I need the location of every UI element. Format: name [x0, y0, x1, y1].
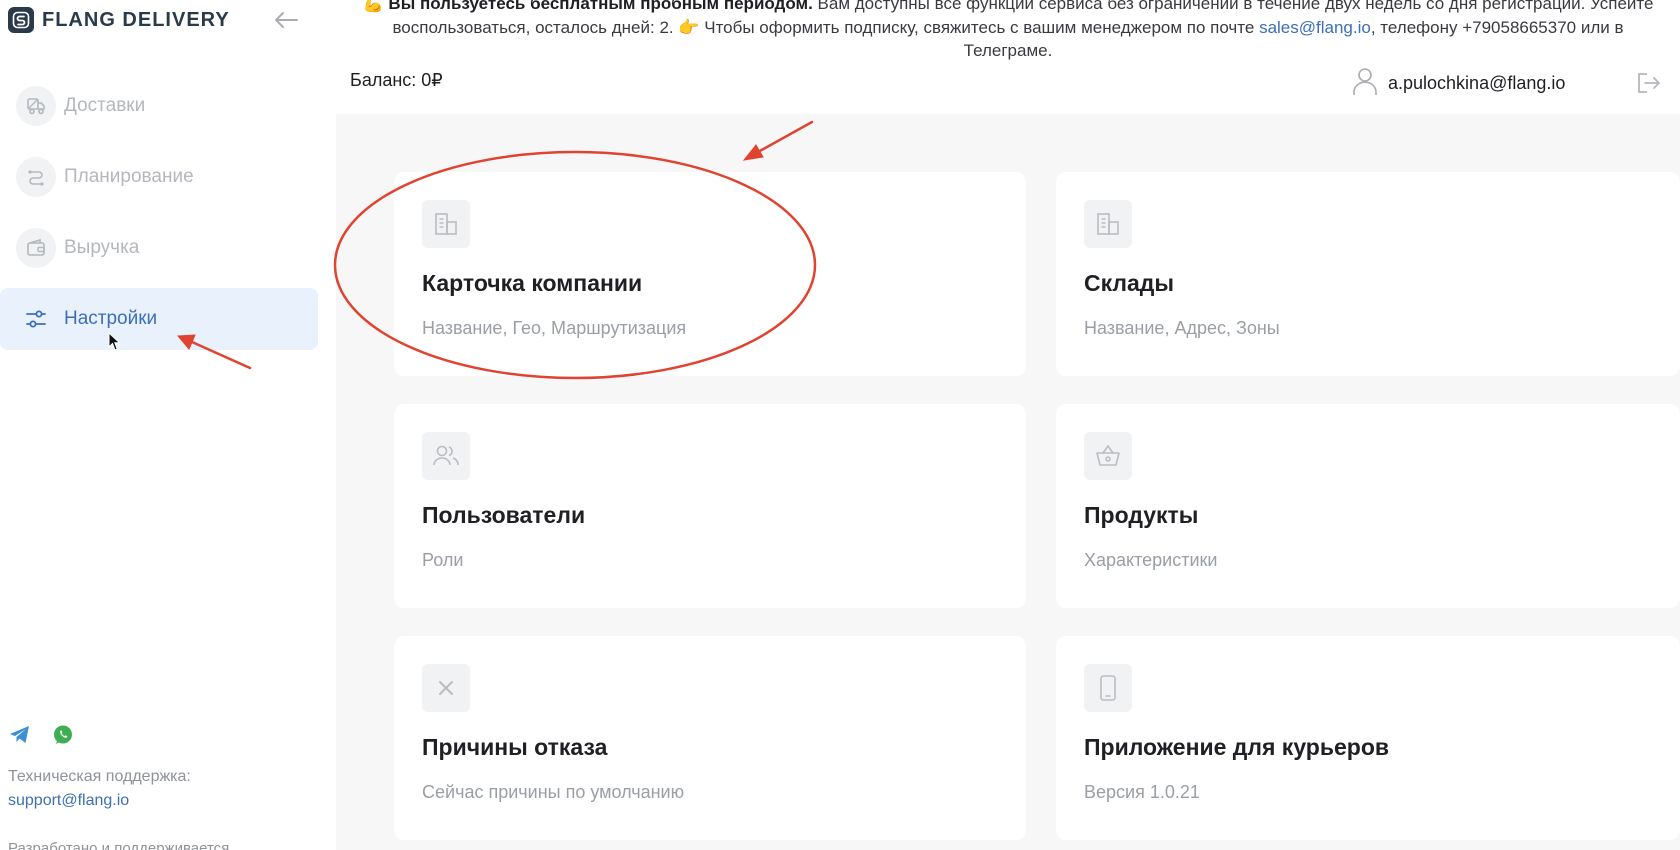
- card-title: Продукты: [1084, 502, 1199, 528]
- sidebar-item-label: Выручка: [64, 237, 140, 258]
- banner-text: Чтобы оформить подписку, свяжитесь с ваш…: [699, 17, 1260, 37]
- wallet-icon: [16, 228, 56, 268]
- user-profile[interactable]: a.pulochkina@flang.io: [1352, 66, 1565, 101]
- telegram-icon[interactable]: [8, 724, 32, 751]
- sidebar-item-planning[interactable]: Планирование: [0, 146, 318, 208]
- banner-bold: Вы пользуетесь бесплатным пробным период…: [388, 0, 813, 13]
- trial-banner: 💪 Вы пользуетесь бесплатным пробным пери…: [336, 0, 1680, 63]
- settings-grid: Карточка компании Название, Гео, Маршрут…: [336, 114, 1680, 850]
- card-subtitle: Характеристики: [1084, 550, 1218, 570]
- sales-email-link[interactable]: sales@flang.io: [1259, 18, 1371, 37]
- logo-icon: [8, 7, 34, 33]
- support-label: Техническая поддержка:: [8, 768, 191, 785]
- phone-icon: [1084, 664, 1132, 712]
- logout-button[interactable]: [1634, 68, 1664, 98]
- collapse-sidebar-button[interactable]: [270, 6, 302, 34]
- card-refusal-reasons[interactable]: Причины отказа Сейчас причины по умолчан…: [394, 636, 1026, 840]
- sidebar-nav: Доставки Планирование Выручка Настройки: [0, 75, 318, 359]
- card-subtitle: Версия 1.0.21: [1084, 782, 1200, 802]
- users-icon: [422, 432, 470, 480]
- card-title: Карточка компании: [422, 270, 643, 296]
- sidebar-item-revenue[interactable]: Выручка: [0, 217, 318, 279]
- brand-name: FLANG DELIVERY: [42, 8, 230, 31]
- user-icon: [1352, 66, 1378, 101]
- card-courier-app[interactable]: Приложение для курьеров Версия 1.0.21: [1056, 636, 1680, 840]
- logout-icon: [1638, 73, 1660, 93]
- card-title: Причины отказа: [422, 734, 608, 760]
- truck-icon: [16, 86, 56, 126]
- social-links: [8, 724, 328, 751]
- card-subtitle: Сейчас причины по умолчанию: [422, 782, 685, 802]
- balance: Баланс: 0₽: [350, 70, 443, 90]
- brand-logo[interactable]: FLANG DELIVERY: [8, 6, 230, 34]
- arrow-left-icon: [275, 12, 298, 28]
- card-company[interactable]: Карточка компании Название, Гео, Маршрут…: [394, 172, 1026, 376]
- card-title: Пользователи: [422, 502, 586, 528]
- card-products[interactable]: Продукты Характеристики: [1056, 404, 1680, 608]
- card-title: Склады: [1084, 270, 1175, 296]
- warehouse-icon: [1084, 200, 1132, 248]
- mouse-cursor-icon: [108, 332, 121, 351]
- banner-emoji-flex: 💪: [362, 0, 384, 13]
- close-icon: [422, 664, 470, 712]
- basket-icon: [1084, 432, 1132, 480]
- user-email: a.pulochkina@flang.io: [1388, 73, 1566, 93]
- support-email-link[interactable]: support@flang.io: [8, 789, 328, 813]
- card-users[interactable]: Пользователи Роли: [394, 404, 1026, 608]
- sidebar-item-label: Настройки: [64, 308, 158, 329]
- whatsapp-icon[interactable]: [52, 724, 74, 751]
- card-subtitle: Название, Адрес, Зоны: [1084, 318, 1280, 338]
- developer-note: Разработано и поддерживается: [8, 840, 230, 850]
- building-icon: [422, 200, 470, 248]
- card-title: Приложение для курьеров: [1084, 734, 1390, 760]
- sidebar: FLANG DELIVERY Доставки Планирование Выр…: [0, 0, 336, 850]
- sliders-icon: [16, 299, 56, 339]
- sidebar-item-label: Доставки: [64, 95, 146, 116]
- card-subtitle: Название, Гео, Маршрутизация: [422, 318, 687, 338]
- route-icon: [16, 157, 56, 197]
- banner-emoji-point: 👉: [678, 17, 700, 37]
- sidebar-item-label: Планирование: [64, 166, 194, 187]
- sidebar-item-deliveries[interactable]: Доставки: [0, 75, 318, 137]
- card-warehouses[interactable]: Склады Название, Адрес, Зоны: [1056, 172, 1680, 376]
- support-section: Техническая поддержка: support@flang.io: [8, 724, 328, 813]
- sidebar-item-settings[interactable]: Настройки: [0, 288, 318, 350]
- card-subtitle: Роли: [422, 550, 464, 570]
